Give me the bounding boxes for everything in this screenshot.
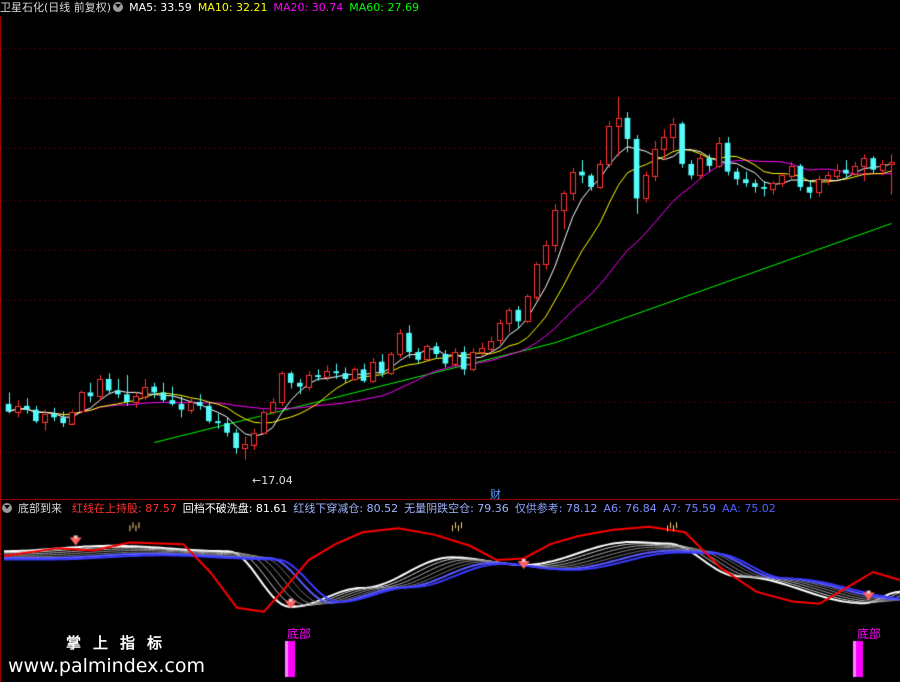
- indicator-v1: 红线在上持股: 87.57: [72, 502, 177, 515]
- indicator-v3: 红线下穿减仓: 80.52: [293, 502, 399, 515]
- dropdown-icon[interactable]: [113, 2, 124, 12]
- finance-marker[interactable]: 财: [490, 486, 501, 502]
- bottom-signal-label: 底部: [857, 627, 882, 641]
- watermark: 掌上指标 www.palmindex.com: [8, 632, 205, 677]
- stock-chart-canvas[interactable]: [0, 0, 900, 682]
- indicator-v2: 回档不破洗盘: 81.61: [182, 502, 288, 515]
- dropdown-icon[interactable]: [2, 503, 12, 513]
- stock-title[interactable]: 卫星石化(日线 前复权): [0, 1, 111, 14]
- ma60-label: MA60: 27.69: [349, 1, 419, 14]
- low-price-label: ←17.04: [252, 474, 293, 487]
- ma5-label: MA5: 33.59: [129, 1, 192, 14]
- ma20-label: MA20: 30.74: [273, 1, 344, 14]
- indicator-a7: A7: 75.59: [662, 502, 716, 515]
- bottom-signal-label: 底部: [287, 627, 312, 641]
- indicator-header: 底部到来 红线在上持股: 87.57 回档不破洗盘: 81.61 红线下穿减仓: 80…: [2, 501, 782, 517]
- main-chart-header: 卫星石化(日线 前复权) MA5: 33.59 MA10: 32.21 MA20: 3…: [0, 0, 425, 16]
- ma10-label: MA10: 32.21: [197, 1, 268, 14]
- indicator-title[interactable]: 底部到来: [18, 502, 62, 515]
- indicator-v5: 仅供参考: 78.12: [514, 502, 598, 515]
- watermark-title: 掌上指标: [66, 634, 175, 652]
- indicator-aa: AA: 75.02: [721, 502, 776, 515]
- indicator-a6: A6: 76.84: [603, 502, 657, 515]
- indicator-v4: 无量阴跌空仓: 79.36: [404, 502, 509, 515]
- watermark-url: www.palmindex.com: [8, 655, 206, 677]
